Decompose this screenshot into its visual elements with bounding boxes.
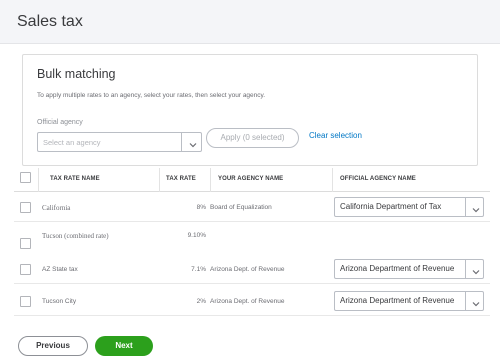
select-divider xyxy=(181,133,182,151)
tax-rate-value: 8% xyxy=(196,204,206,211)
row-checkbox[interactable] xyxy=(20,264,31,275)
official-agency-select[interactable]: Select an agency xyxy=(37,132,202,152)
apply-selected-button[interactable]: Apply (0 selected) xyxy=(206,128,299,148)
column-divider xyxy=(38,168,39,192)
bulk-matching-description: To apply multiple rates to an agency, se… xyxy=(37,92,266,99)
tax-rate-name: Tucson City xyxy=(42,298,77,305)
dropdown-divider xyxy=(465,198,466,216)
column-divider xyxy=(210,168,211,192)
tax-rate-name: California xyxy=(42,204,71,212)
table-row: Tucson (combined rate) 9.10% xyxy=(14,224,490,254)
your-agency-name: Arizona Dept. of Revenue xyxy=(210,266,285,273)
official-agency-value: California Department of Tax xyxy=(340,202,442,211)
page-header: Sales tax xyxy=(0,0,500,44)
table-row: California 8% Board of Equalization Cali… xyxy=(14,192,490,222)
tax-rate-value: 7.1% xyxy=(191,266,206,273)
official-agency-dropdown[interactable]: Arizona Department of Revenue xyxy=(334,291,484,311)
previous-button[interactable]: Previous xyxy=(18,336,88,356)
select-all-checkbox[interactable] xyxy=(20,172,31,183)
dropdown-divider xyxy=(465,260,466,278)
table-row: AZ State tax 7.1% Arizona Dept. of Reven… xyxy=(14,254,490,284)
official-agency-placeholder: Select an agency xyxy=(43,138,101,147)
page-title: Sales tax xyxy=(17,13,83,30)
clear-selection-link[interactable]: Clear selection xyxy=(309,131,362,140)
official-agency-value: Arizona Department of Revenue xyxy=(340,296,455,305)
table-row: Tucson City 2% Arizona Dept. of Revenue … xyxy=(14,286,490,316)
chevron-down-icon xyxy=(471,264,481,278)
dropdown-divider xyxy=(465,292,466,310)
your-agency-name: Arizona Dept. of Revenue xyxy=(210,298,285,305)
chevron-down-icon xyxy=(471,296,481,310)
row-checkbox[interactable] xyxy=(20,296,31,307)
official-agency-dropdown[interactable]: California Department of Tax xyxy=(334,197,484,217)
column-divider xyxy=(159,168,160,192)
chevron-down-icon xyxy=(471,202,481,216)
column-header-tax-rate-name: TAX RATE NAME xyxy=(50,176,100,182)
chevron-down-icon xyxy=(188,137,198,155)
tax-rate-value: 9.10% xyxy=(187,232,206,239)
tax-rate-value: 2% xyxy=(196,298,206,305)
bulk-matching-card: Bulk matching To apply multiple rates to… xyxy=(22,54,478,166)
tax-rate-name: AZ State tax xyxy=(42,266,78,273)
bulk-matching-title: Bulk matching xyxy=(37,67,116,81)
column-header-your-agency-name: YOUR AGENCY NAME xyxy=(218,176,284,182)
row-checkbox[interactable] xyxy=(20,202,31,213)
official-agency-dropdown[interactable]: Arizona Department of Revenue xyxy=(334,259,484,279)
column-header-tax-rate: TAX RATE xyxy=(166,176,196,182)
next-button[interactable]: Next xyxy=(95,336,153,356)
column-divider xyxy=(332,168,333,192)
official-agency-value: Arizona Department of Revenue xyxy=(340,264,455,273)
your-agency-name: Board of Equalization xyxy=(210,204,272,211)
row-checkbox[interactable] xyxy=(20,238,31,249)
tax-rate-name: Tucson (combined rate) xyxy=(42,232,109,240)
table-header: TAX RATE NAME TAX RATE YOUR AGENCY NAME … xyxy=(14,168,490,192)
official-agency-label: Official agency xyxy=(37,119,83,126)
column-header-official-agency-name: OFFICIAL AGENCY NAME xyxy=(340,176,416,182)
